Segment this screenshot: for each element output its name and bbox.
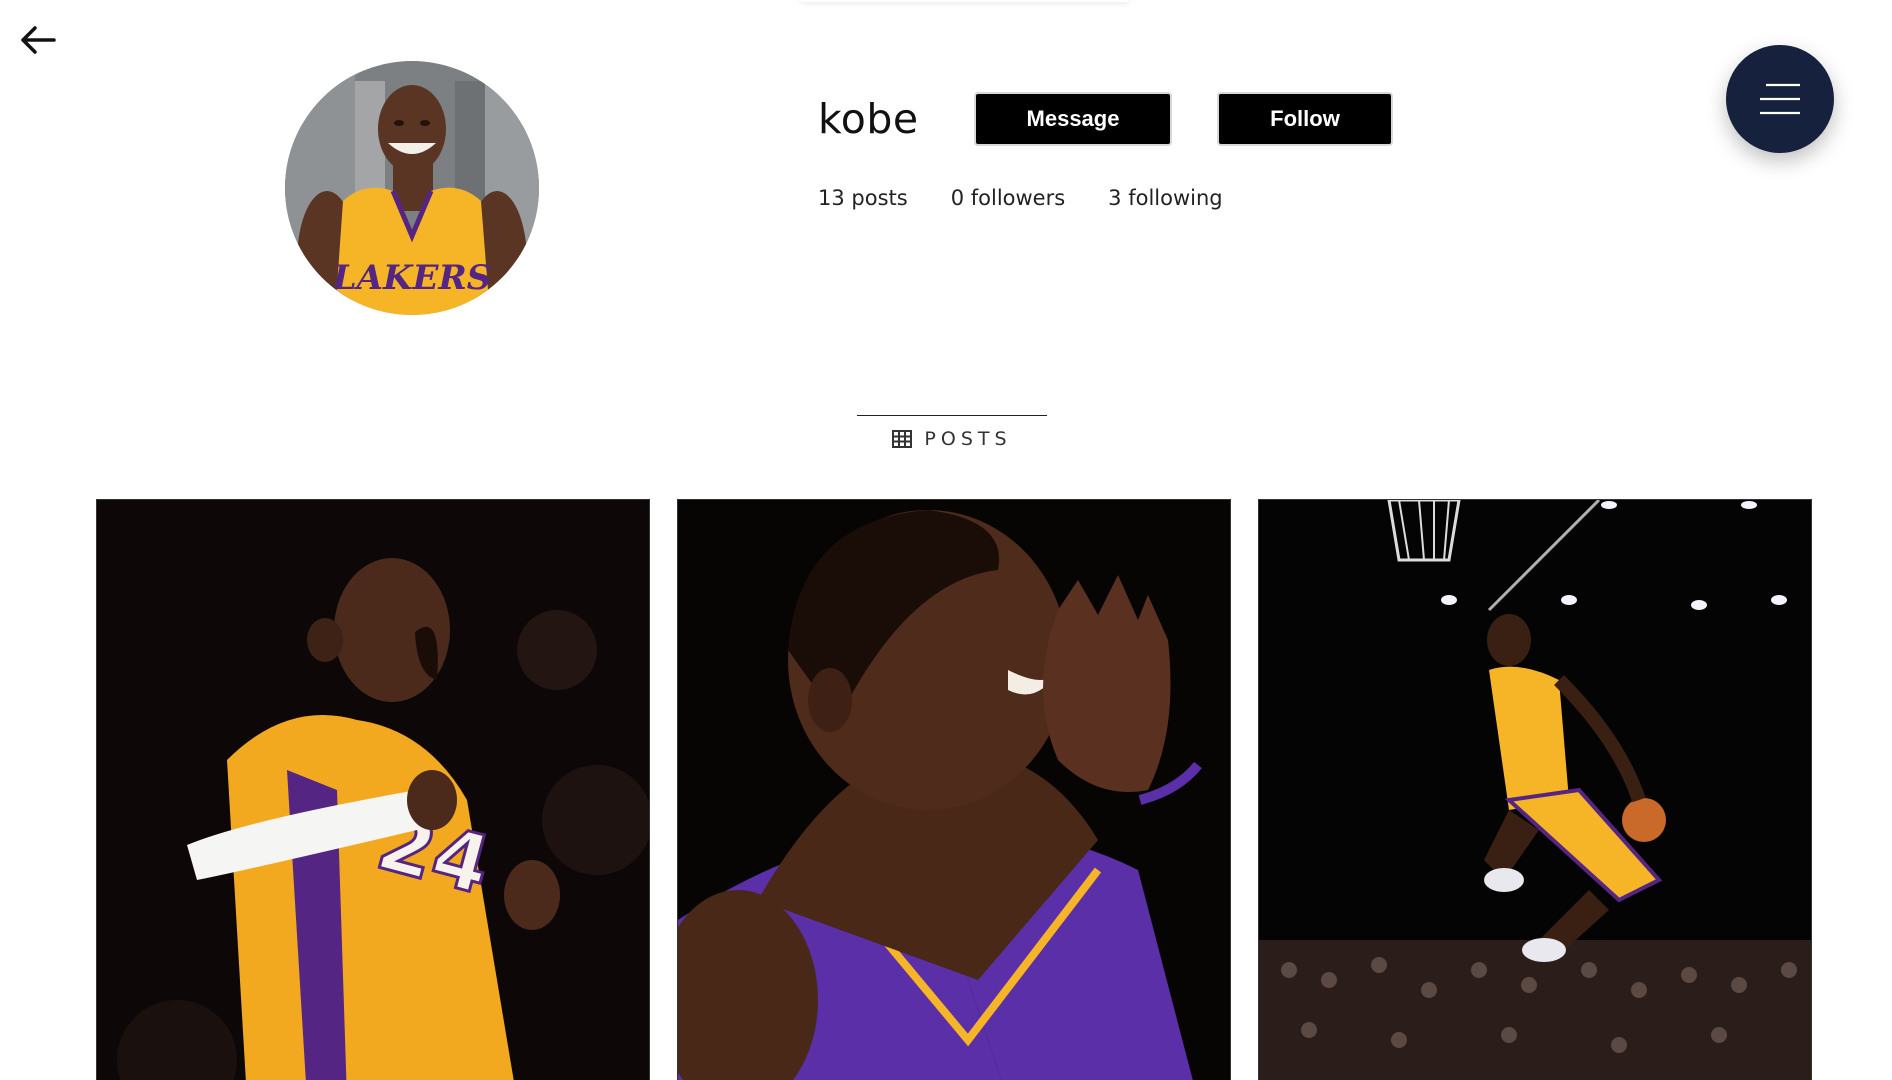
username: kobe bbox=[818, 95, 919, 143]
svg-text:LAKERS: LAKERS bbox=[332, 258, 492, 298]
top-divider bbox=[800, 0, 1130, 2]
post-thumbnail[interactable]: 24 bbox=[96, 499, 650, 1080]
tab-posts[interactable]: POSTS bbox=[857, 428, 1047, 450]
profile-tabs: POSTS bbox=[857, 415, 1047, 450]
following-count[interactable]: 3 following bbox=[1108, 186, 1222, 210]
posts-count: 13 posts bbox=[818, 186, 908, 210]
menu-button[interactable] bbox=[1726, 45, 1834, 153]
profile-info: kobe Message Follow 13 posts 0 followers… bbox=[818, 92, 1393, 210]
follow-button[interactable]: Follow bbox=[1217, 92, 1393, 146]
hamburger-menu-icon bbox=[1758, 82, 1802, 116]
tab-posts-label: POSTS bbox=[924, 428, 1012, 450]
name-row: kobe Message Follow bbox=[818, 92, 1393, 146]
profile-stats: 13 posts 0 followers 3 following bbox=[818, 186, 1393, 210]
back-button[interactable] bbox=[18, 20, 58, 60]
posts-grid: 24 bbox=[96, 499, 1812, 1080]
profile-avatar: LAKERS bbox=[285, 61, 539, 315]
post-thumbnail[interactable] bbox=[1258, 499, 1812, 1080]
profile-page: LAKERS kobe Message Follow 13 posts 0 fo… bbox=[0, 0, 1892, 1080]
post-thumbnail[interactable] bbox=[677, 499, 1231, 1080]
followers-count[interactable]: 0 followers bbox=[951, 186, 1065, 210]
grid-icon bbox=[892, 430, 913, 448]
message-button[interactable]: Message bbox=[974, 92, 1172, 146]
arrow-left-icon bbox=[20, 25, 56, 55]
